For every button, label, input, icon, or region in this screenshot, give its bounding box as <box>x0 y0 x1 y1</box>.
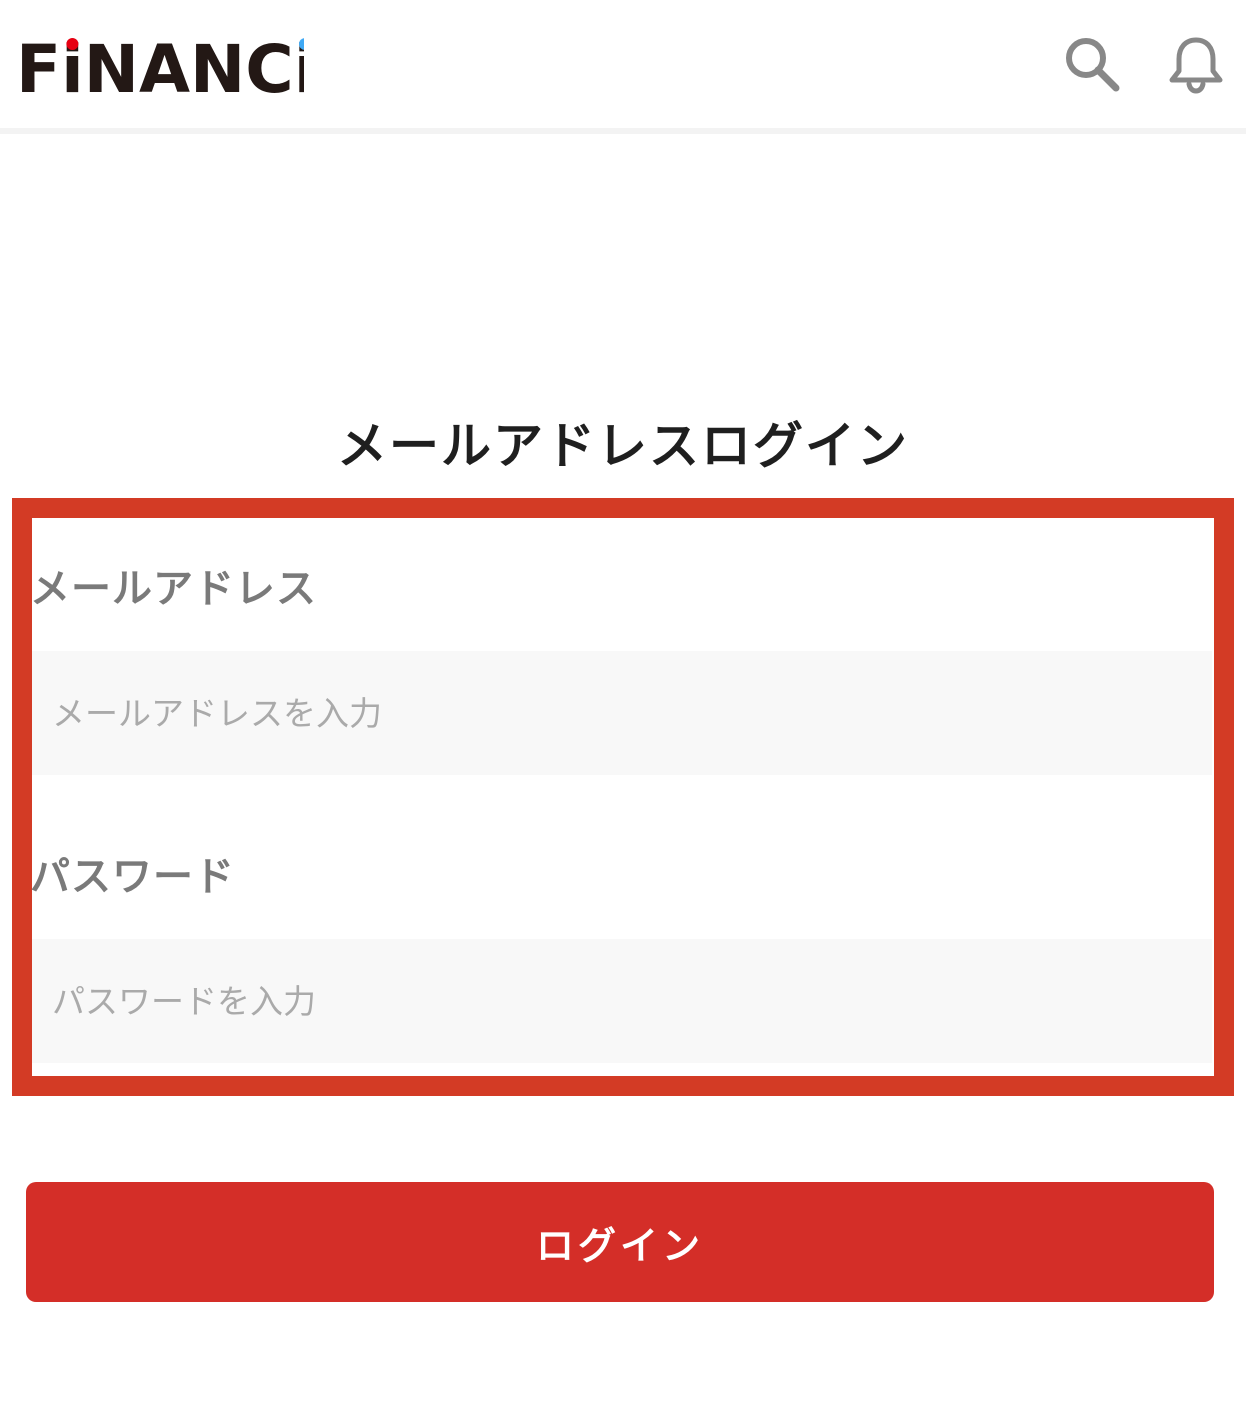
search-icon[interactable] <box>1062 34 1122 94</box>
login-page: FiNANCiE メールアドレスログイン メールアドレス パスワード ログイン <box>0 0 1246 1406</box>
login-button[interactable]: ログイン <box>26 1182 1214 1302</box>
logo-text: FiNANCiE <box>16 34 304 98</box>
page-title: メールアドレスログイン <box>337 416 909 475</box>
bell-icon[interactable] <box>1166 34 1226 94</box>
app-header: FiNANCiE <box>0 0 1246 134</box>
financie-logo[interactable]: FiNANCiE <box>14 34 304 98</box>
email-label: メールアドレス <box>30 566 317 612</box>
logo-red-dot <box>66 38 79 50</box>
password-field[interactable] <box>32 939 1212 1063</box>
password-label: パスワード <box>30 854 235 900</box>
email-field[interactable] <box>32 651 1212 775</box>
